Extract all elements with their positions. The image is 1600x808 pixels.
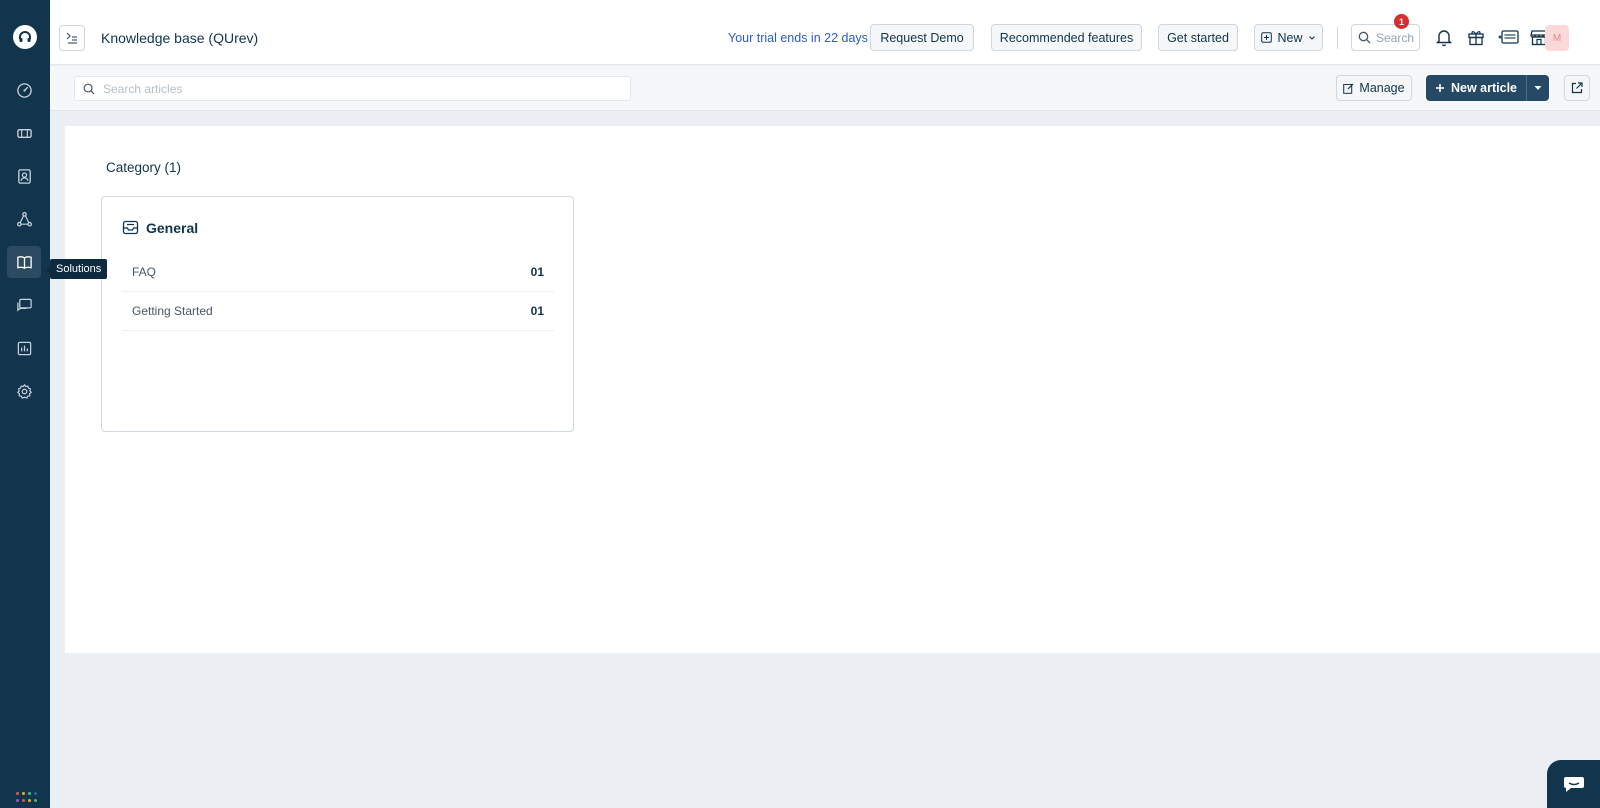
manage-label: Manage [1359,81,1405,95]
global-search-label: Search [1376,30,1415,45]
collapse-menu-icon [66,32,77,44]
add-square-icon [1261,32,1273,43]
user-avatar[interactable]: M [1545,25,1569,51]
keyboard-transfer-icon [1498,30,1519,44]
plus-icon [1435,84,1444,92]
search-icon [83,83,95,95]
workflow-icon [16,211,32,227]
product-switch-button[interactable] [1496,26,1522,48]
category-title[interactable]: General [122,219,198,236]
freshdesk-logo-icon[interactable] [13,25,37,49]
nav-reports[interactable] [7,332,41,364]
new-article-button[interactable]: New article [1426,75,1527,101]
inbox-tray-icon [122,220,139,235]
solutions-toolbar: Manage New article [50,66,1600,111]
nav-solutions[interactable] [7,246,41,278]
contacts-icon [17,168,31,184]
external-link-icon [1571,82,1583,94]
chevron-down-icon [1308,35,1315,40]
notifications-button[interactable] [1433,26,1455,48]
folder-name: Getting Started [132,304,213,318]
new-article-label: New article [1450,81,1517,95]
caret-down-icon [1534,86,1542,90]
manage-button[interactable]: Manage [1336,75,1412,101]
tickets-icon [16,128,32,138]
new-article-dropdown-button[interactable] [1527,75,1549,101]
solutions-book-icon [16,255,32,269]
chat-widget-button[interactable] [1547,760,1600,808]
new-article-split-button: New article [1426,75,1549,101]
dashboard-icon [16,82,32,98]
apps-dot [28,799,31,802]
folder-row-faq[interactable]: FAQ 01 [122,253,554,292]
category-name: General [146,219,199,236]
nav-settings[interactable] [7,375,41,407]
apps-dot [16,792,19,795]
nav-conversations[interactable] [7,289,41,321]
chat-bubble-icon [1563,777,1584,792]
global-search-button[interactable]: Search [1351,24,1420,51]
apps-dot [28,792,31,795]
solutions-tooltip: Solutions [45,259,108,279]
folder-row-getting-started[interactable]: Getting Started 01 [122,292,554,331]
top-header: Knowledge base (QUrev) Your trial ends i… [50,0,1600,65]
new-dropdown-label: New [1277,30,1303,45]
category-card-general[interactable]: General FAQ 01 Getting Started 01 [101,196,574,432]
folder-article-count: 01 [530,304,544,318]
trial-link[interactable]: Your trial ends in 22 days [728,31,868,45]
open-portal-button[interactable] [1564,75,1590,101]
search-icon [1358,31,1371,44]
page-title: Knowledge base (QUrev) [101,30,259,46]
reports-icon [17,341,31,355]
folder-name: FAQ [132,265,157,279]
get-started-button[interactable]: Get started [1158,24,1238,51]
left-navigation [0,0,50,808]
article-search-box[interactable] [74,76,631,101]
nav-workflow[interactable] [7,203,41,235]
bell-icon [1435,30,1453,47]
whats-new-button[interactable] [1465,26,1487,48]
conversations-icon [16,298,32,311]
categories-panel: Category (1) General FAQ 01 Getting Star… [65,126,1600,653]
nav-contacts[interactable] [7,160,41,192]
edit-icon [1343,83,1354,94]
sidebar-toggle-button[interactable] [59,25,85,51]
apps-dot [16,799,19,802]
gift-icon [1468,31,1484,46]
request-demo-button[interactable]: Request Demo [870,24,974,51]
apps-switcher-icon[interactable] [16,792,37,804]
settings-gear-icon [16,383,32,399]
gift-badge-count: 1 [1394,14,1409,29]
nav-dashboard[interactable] [7,74,41,106]
article-search-input[interactable] [103,81,603,96]
category-heading: Category (1) [106,160,182,175]
recommended-features-button[interactable]: Recommended features [991,24,1142,51]
new-dropdown-button[interactable]: New [1254,24,1323,51]
apps-dot [22,799,25,802]
apps-dot [34,799,37,802]
folder-article-count: 01 [530,265,544,279]
apps-dot [34,792,37,795]
header-divider [1337,27,1338,49]
nav-tickets[interactable] [7,117,41,149]
apps-dot [22,792,25,795]
